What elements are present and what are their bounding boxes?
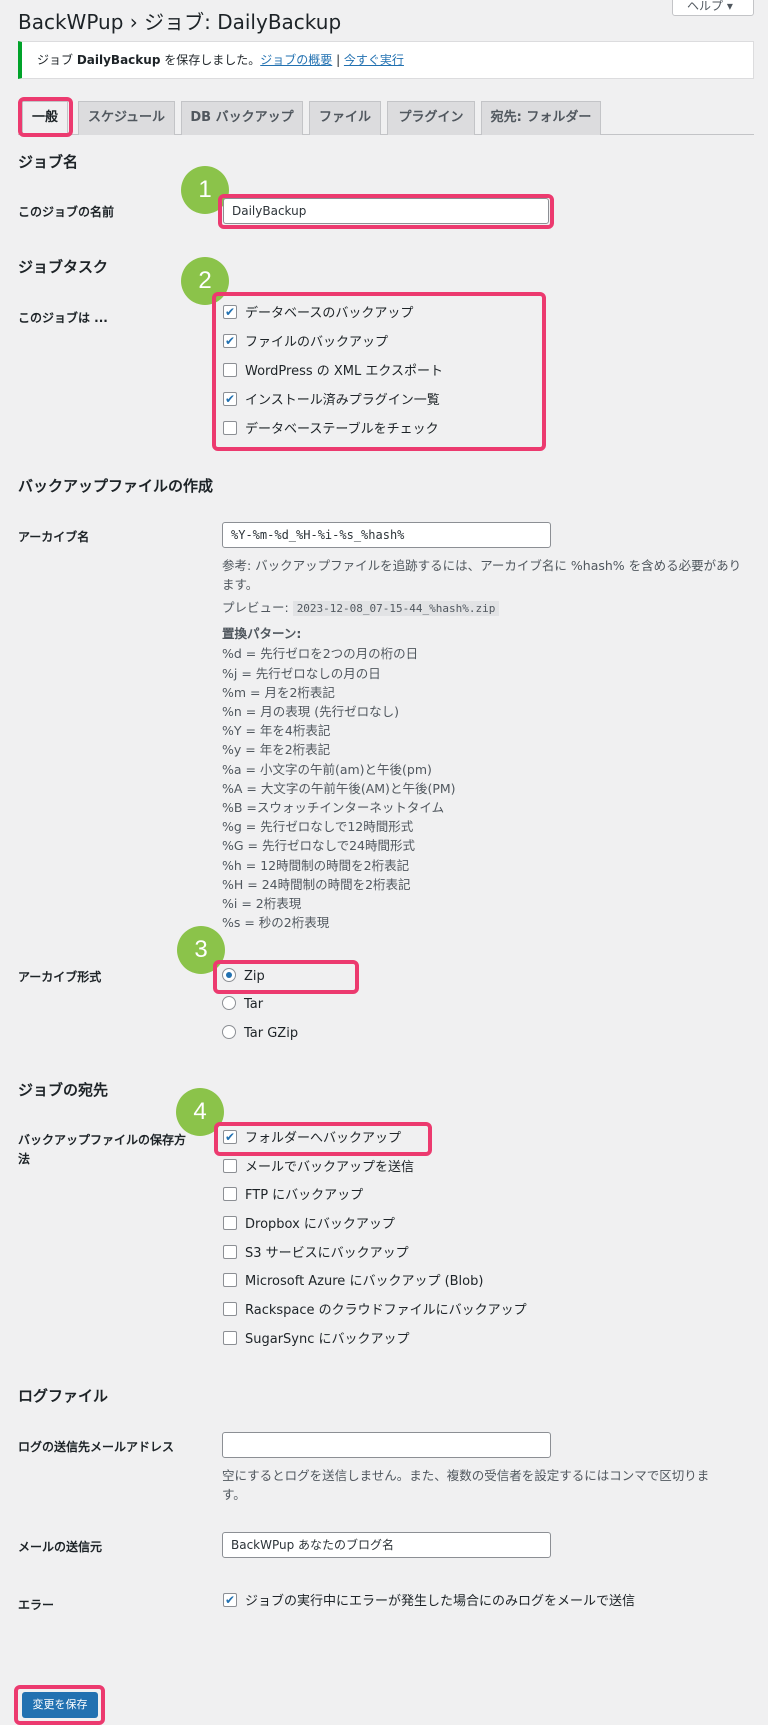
dest-label: メールでバックアップを送信 [245, 1160, 415, 1175]
dest-label: S3 サービスにバックアップ [245, 1246, 409, 1261]
dest-ftp[interactable]: FTP にバックアップ [223, 1185, 363, 1207]
highlight-destination-folder [214, 1122, 432, 1156]
dest-email[interactable]: メールでバックアップを送信 [223, 1157, 414, 1179]
archive-heading: バックアップファイルの作成 [18, 477, 214, 495]
tab-destination-folder[interactable]: 宛先: フォルダー [481, 101, 601, 135]
dest-label: SugarSync にバックアップ [245, 1332, 410, 1347]
run-now-link[interactable]: 今すぐ実行 [344, 53, 404, 67]
destination-heading: ジョブの宛先 [18, 1081, 109, 1099]
patterns-heading: 置換パターン: [222, 626, 302, 641]
pattern-item: %i = 2桁表現 [222, 896, 302, 911]
archive-note-line-1: 参考: バックアップファイルを追跡するには、アーカイブ名に %hash% を含め… [222, 558, 742, 573]
tab-plugins[interactable]: プラグイン [387, 101, 475, 135]
pattern-item: %n = 月の表現 (先行ゼロなし) [222, 704, 399, 719]
highlight-job-name [218, 194, 554, 229]
destination-label-line-1: バックアップファイルの保存方 [18, 1133, 187, 1147]
save-notice: ジョブ DailyBackup を保存しました。ジョブの概要 | 今すぐ実行 [18, 41, 754, 79]
pattern-item: %m = 月を2桁表記 [222, 685, 335, 700]
notice-suffix: を保存しました。 [160, 53, 261, 67]
pattern-item: %G = 先行ゼロなしで24時間形式 [222, 838, 416, 853]
radio-icon[interactable] [222, 996, 236, 1010]
mail-from-label: メールの送信元 [18, 1540, 103, 1554]
archive-preview: プレビュー: 2023-12-08_07-15-44_%hash%.zip [222, 598, 500, 618]
archive-note-line-2: ます。 [222, 577, 259, 592]
log-email-label: ログの送信先メールアドレス [18, 1440, 175, 1454]
pattern-item: %s = 秒の2桁表現 [222, 915, 330, 930]
pattern-item: %h = 12時間制の時間を2桁表記 [222, 858, 410, 873]
dest-label: Dropbox にバックアップ [245, 1217, 395, 1232]
pattern-item: %d = 先行ゼロを2つの月の桁の日 [222, 646, 419, 661]
dest-rackspace[interactable]: Rackspace のクラウドファイルにバックアップ [223, 1300, 527, 1322]
archive-name-input[interactable]: %Y-%m-%d_%H-%i-%s_%hash% [222, 522, 551, 548]
checkbox-icon[interactable] [223, 1216, 237, 1230]
mail-from-input[interactable]: BackWPup あなたのブログ名 [222, 1532, 551, 1558]
dest-label: Microsoft Azure にバックアップ (Blob) [245, 1274, 484, 1289]
dest-label: FTP にバックアップ [245, 1188, 364, 1203]
format-tar-gzip[interactable]: Tar GZip [222, 1023, 298, 1045]
error-label: エラー [18, 1598, 55, 1612]
tab-db-backup[interactable]: DB バックアップ [181, 101, 303, 135]
job-name-heading: ジョブ名 [18, 153, 79, 171]
tab-schedule[interactable]: スケジュール [78, 101, 175, 135]
highlight-tab-general [18, 97, 73, 137]
highlight-job-tasks [212, 292, 546, 451]
dest-azure[interactable]: Microsoft Azure にバックアップ (Blob) [223, 1271, 483, 1293]
job-name-label: このジョブの名前 [18, 205, 115, 219]
preview-label: プレビュー: [222, 600, 293, 615]
log-heading: ログファイル [18, 1387, 109, 1405]
checkbox-icon[interactable] [223, 1331, 237, 1345]
dest-label: Rackspace のクラウドファイルにバックアップ [245, 1303, 527, 1318]
log-email-note-line-1: 空にするとログを送信しません。また、複数の受信者を設定するにはコンマで区切りま [222, 1468, 710, 1483]
log-email-note: 空にするとログを送信しません。また、複数の受信者を設定するにはコンマで区切ります… [222, 1466, 709, 1504]
notice-prefix: ジョブ [37, 53, 77, 67]
format-label: Tar [244, 997, 264, 1012]
checkbox-icon[interactable] [223, 1273, 237, 1287]
dest-s3[interactable]: S3 サービスにバックアップ [223, 1243, 409, 1265]
error-only-option[interactable]: ジョブの実行中にエラーが発生した場合にのみログをメールで送信 [223, 1589, 636, 1613]
help-button[interactable]: ヘルプ ▾ [672, 0, 754, 16]
tab-files[interactable]: ファイル [309, 101, 381, 135]
page-title: BackWPup › ジョブ: DailyBackup [18, 10, 342, 34]
job-tasks-heading: ジョブタスク [18, 258, 109, 276]
checkbox-icon[interactable] [223, 1302, 237, 1316]
highlight-save-button [14, 1685, 105, 1725]
archive-format-label: アーカイブ形式 [18, 970, 102, 984]
log-email-note-line-2: す。 [222, 1487, 246, 1502]
archive-note: 参考: バックアップファイルを追跡するには、アーカイブ名に %hash% を含め… [222, 556, 741, 594]
pattern-item: %Y = 年を4桁表記 [222, 723, 331, 738]
format-tar[interactable]: Tar [222, 994, 263, 1016]
dest-dropbox[interactable]: Dropbox にバックアップ [223, 1214, 395, 1236]
pattern-item: %y = 年を2桁表記 [222, 742, 331, 757]
checkbox-icon[interactable] [223, 1159, 237, 1173]
destination-label: バックアップファイルの保存方法 [18, 1131, 186, 1169]
pattern-item: %A = 大文字の午前午後(AM)と午後(PM) [222, 781, 456, 796]
dest-sugarsync[interactable]: SugarSync にバックアップ [223, 1329, 410, 1351]
archive-name-label: アーカイブ名 [18, 530, 90, 544]
checkbox-icon[interactable] [223, 1245, 237, 1259]
destination-label-line-2: 法 [18, 1152, 31, 1166]
notice-job-name: DailyBackup [76, 53, 161, 67]
highlight-archive-format [213, 960, 359, 994]
radio-icon[interactable] [222, 1025, 236, 1039]
format-label: Tar GZip [244, 1026, 299, 1041]
preview-value: 2023-12-08_07-15-44_%hash%.zip [292, 601, 500, 616]
pattern-item: %j = 先行ゼロなしの月の日 [222, 666, 381, 681]
pattern-item: %H = 24時間制の時間を2桁表記 [222, 877, 411, 892]
job-tasks-label: このジョブは ... [18, 311, 108, 325]
job-overview-link[interactable]: ジョブの概要 [260, 53, 332, 67]
error-option-label: ジョブの実行中にエラーが発生した場合にのみログをメールで送信 [245, 1594, 636, 1609]
pattern-item: %g = 先行ゼロなしで12時間形式 [222, 819, 414, 834]
notice-separator: | [332, 53, 344, 67]
pattern-item: %B =スウォッチインターネットタイム [222, 800, 445, 815]
checkbox-icon[interactable] [223, 1187, 237, 1201]
pattern-item: %a = 小文字の午前(am)と午後(pm) [222, 762, 432, 777]
log-email-input[interactable] [222, 1432, 551, 1458]
checkbox-icon[interactable] [223, 1589, 237, 1611]
